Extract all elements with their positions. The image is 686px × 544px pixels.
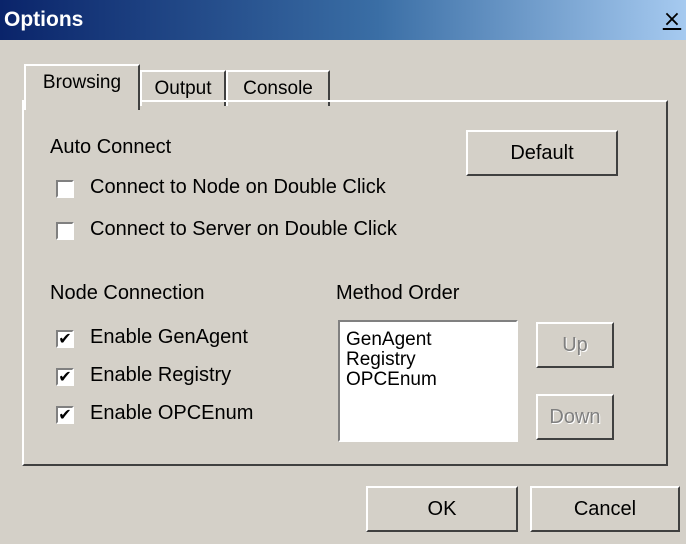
close-icon[interactable]: × [660,8,684,34]
tab-browsing[interactable]: Browsing [24,64,140,110]
cancel-button[interactable]: Cancel [530,486,680,532]
window-title: Options [4,8,84,31]
tab-panel-browsing [22,100,668,466]
ok-button[interactable]: OK [366,486,518,532]
title-bar: Options [0,0,686,40]
